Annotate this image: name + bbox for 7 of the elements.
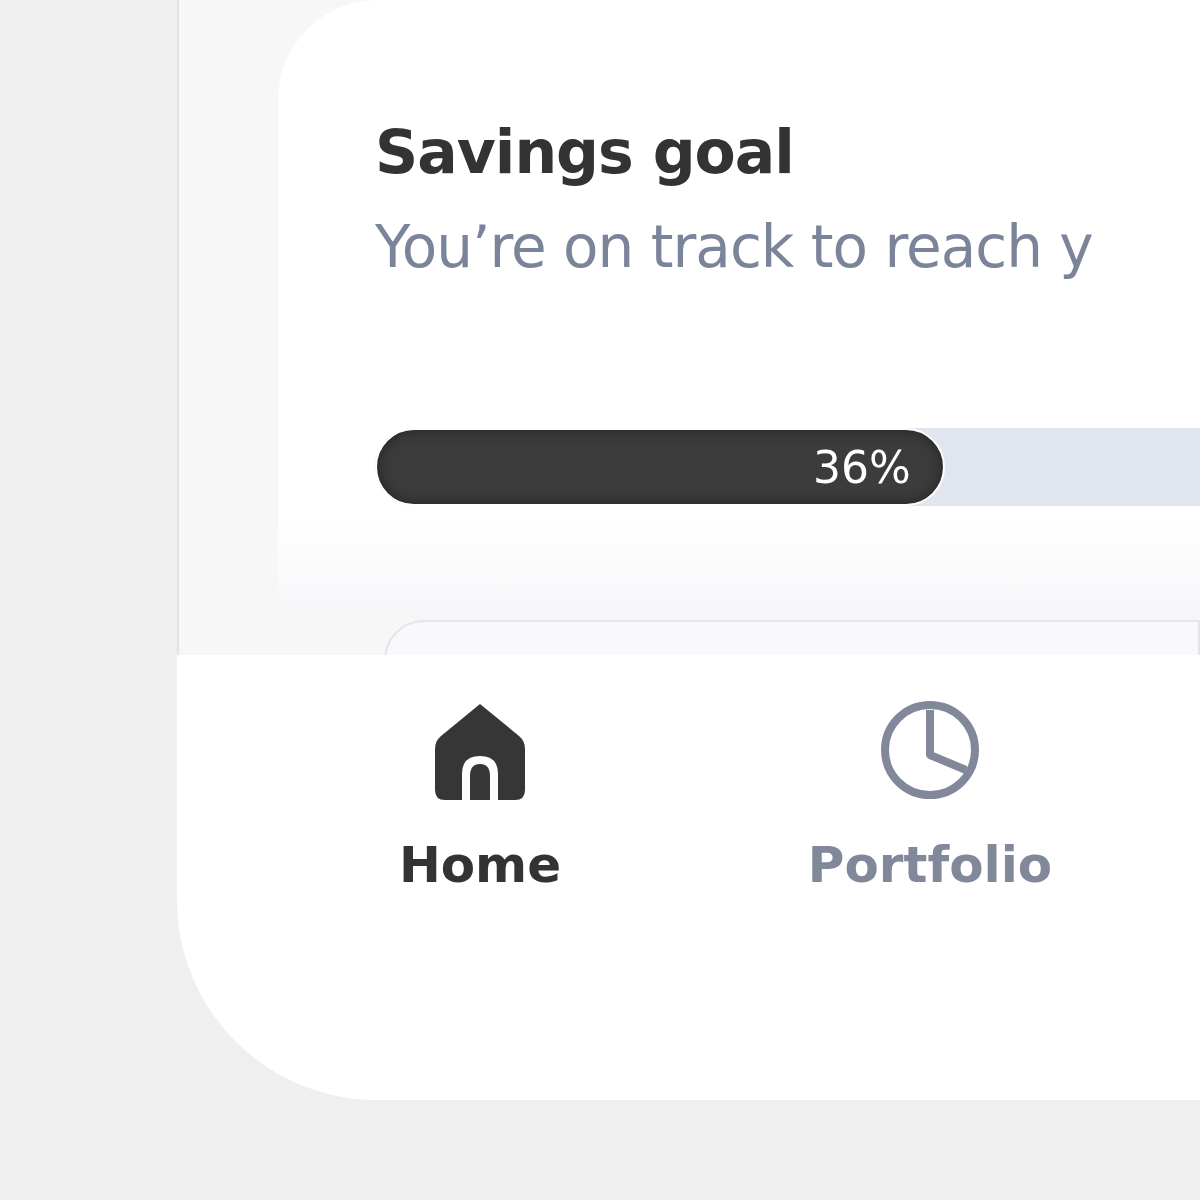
card-title: Savings goal — [375, 116, 795, 189]
card-subtitle: You’re on track to reach y — [375, 212, 1094, 283]
tab-item[interactable]: Home — [330, 700, 630, 894]
pie-chart-icon — [880, 700, 980, 800]
progress-percentage: 36% — [813, 441, 911, 493]
home-icon — [435, 704, 525, 800]
tab-item[interactable]: Portfolio — [780, 700, 1080, 894]
